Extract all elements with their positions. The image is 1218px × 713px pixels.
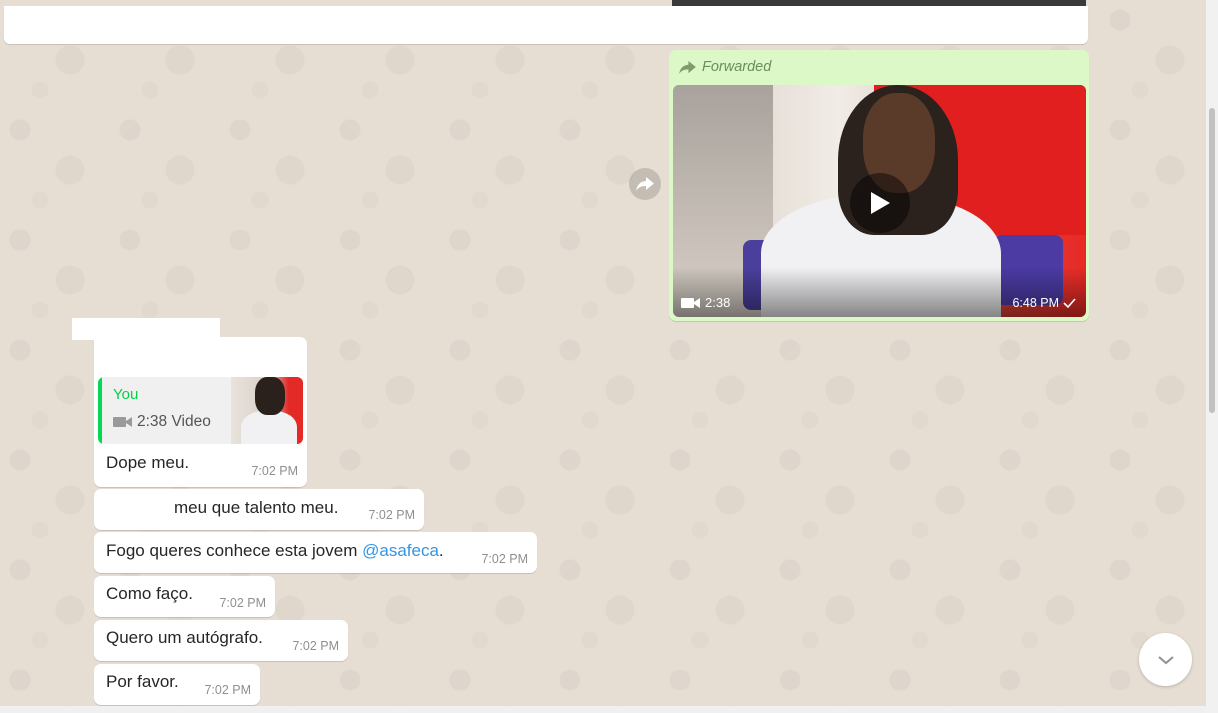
outgoing-video-message[interactable]: Forwarded 2:38 6:48 PM — [669, 50, 1089, 321]
mention-link[interactable]: @asafeca — [362, 541, 439, 560]
message-text: Quero um autógrafo. — [106, 628, 263, 647]
message-text: Por favor. — [106, 672, 179, 691]
message-time: 7:02 PM — [481, 552, 528, 566]
video-camera-icon — [113, 417, 132, 427]
play-button[interactable] — [850, 173, 910, 233]
sent-check-icon — [1063, 298, 1076, 308]
message-text: Dope meu. — [106, 453, 190, 472]
incoming-message[interactable]: meu que talento meu. 7:02 PM — [94, 489, 424, 530]
message-time: 7:02 PM — [251, 464, 298, 478]
forwarded-label: Forwarded — [702, 59, 772, 75]
forward-button[interactable] — [629, 168, 661, 200]
message-text: Fogo queres conhece esta jovem @asafeca. — [106, 541, 444, 560]
quote-author: You — [113, 386, 139, 403]
forwarded-indicator: Forwarded — [679, 59, 771, 75]
message-time: 7:02 PM — [368, 508, 415, 522]
forwarded-icon — [679, 60, 696, 74]
play-icon — [871, 192, 890, 214]
video-thumbnail[interactable]: 2:38 6:48 PM — [673, 85, 1086, 317]
incoming-message[interactable]: Como faço. 7:02 PM — [94, 576, 275, 617]
incoming-message-reply[interactable]: You 2:38 Video Dope meu. 7:02 PM — [94, 337, 307, 487]
forward-icon — [636, 177, 654, 191]
scrollbar[interactable] — [1206, 0, 1218, 713]
quote-accent-bar — [98, 377, 102, 444]
message-time: 7:02 PM — [204, 683, 251, 697]
message-text: meu que talento meu. — [174, 498, 339, 517]
scroll-to-bottom-button[interactable] — [1139, 633, 1192, 686]
incoming-message[interactable]: Fogo queres conhece esta jovem @asafeca.… — [94, 532, 537, 573]
quote-summary: 2:38 Video — [113, 413, 211, 431]
incoming-message[interactable]: Por favor. 7:02 PM — [94, 664, 260, 705]
quoted-message[interactable]: You 2:38 Video — [98, 377, 303, 444]
message-text: Como faço. — [106, 584, 193, 603]
message-time: 7:02 PM — [219, 596, 266, 610]
chevron-down-icon — [1157, 655, 1174, 664]
video-duration: 2:38 — [681, 295, 730, 310]
message-time: 7:02 PM — [292, 639, 339, 653]
message-time: 6:48 PM — [1012, 296, 1076, 310]
quote-video-thumbnail — [231, 377, 303, 444]
scrollbar-thumb[interactable] — [1209, 108, 1215, 413]
footer-edge — [0, 706, 1206, 713]
incoming-message[interactable]: Quero um autógrafo. 7:02 PM — [94, 620, 348, 661]
video-camera-icon — [681, 297, 700, 308]
redacted-previous-message — [4, 6, 1088, 44]
